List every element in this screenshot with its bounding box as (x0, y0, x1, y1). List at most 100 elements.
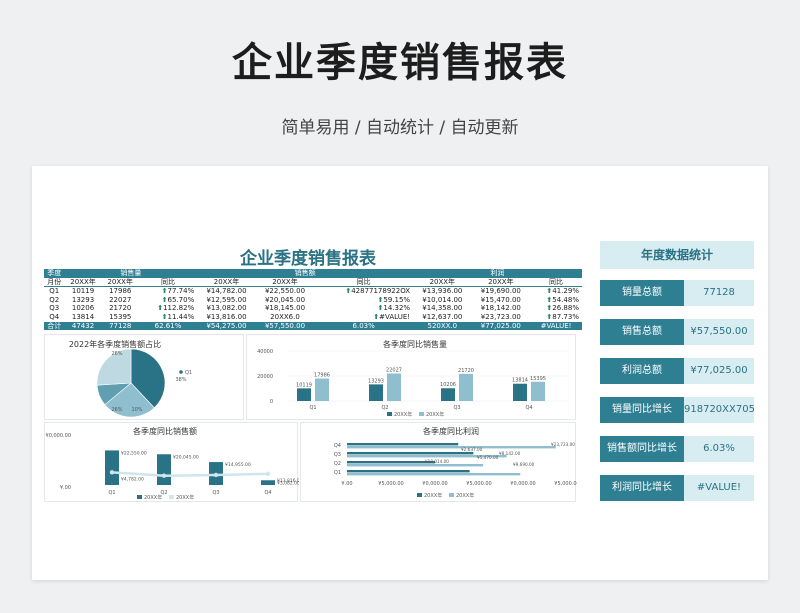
total-cell: ¥54,275.00 (197, 321, 256, 331)
profit-bar-chart: 各季度同比利润 Q4 Q3 Q2 Q1 ¥23,723.00 ¥2,637.00 ¥8,142… (334, 426, 580, 499)
y-tick-label: ¥0,000.00 (46, 433, 71, 439)
stat-row: 利润同比增长 #VALUE! (600, 475, 754, 501)
legend-label: 20XX年 (426, 411, 444, 418)
header-cell: 利润 (413, 269, 582, 278)
table-group-header: 季度 销售量 销售额 利润 (44, 269, 582, 278)
cell-value: 87.73% (552, 312, 579, 321)
legend-marker (137, 495, 142, 499)
table-cell: ¥19,690.00 (480, 287, 521, 296)
bar (531, 381, 545, 401)
bar-label: ¥2,637.00 (461, 447, 483, 452)
stat-label: 销量同比增长 (600, 397, 684, 423)
table-cell: ⬆14.32% (314, 304, 413, 313)
header-cell: 销售额 (197, 269, 414, 278)
table-cell: 13814 (71, 312, 95, 321)
header-cell: 季度 (44, 269, 65, 278)
y-tick-label: Q2 (334, 461, 341, 467)
stat-value: #VALUE! (684, 475, 754, 501)
bar (347, 443, 459, 446)
revenue-bar-chart: 各季度同比销售额 ¥0,000.00 ¥.00 Q1 ¥22,550.00 ¥4,782.… (46, 426, 303, 501)
total-cell: 520XX.0 (413, 321, 472, 331)
table-cell: ⬆54.48% (530, 296, 582, 305)
table-cell: ⬆65.70% (139, 296, 197, 305)
bar-label: 10206 (440, 382, 456, 388)
cell-value: 54.48% (552, 295, 579, 304)
total-cell: 合计 (44, 321, 65, 331)
cell-value: 41.29% (552, 287, 579, 296)
bar (297, 388, 311, 401)
legend-label: 20XX年 (176, 494, 194, 501)
chart-title: 各季度同比销售量 (383, 339, 447, 349)
table-cell: 21720 (109, 304, 132, 313)
x-tick-label: Q3 (212, 490, 219, 496)
x-tick-label: Q1 (108, 490, 115, 496)
table-cell: ⬆26.88% (530, 304, 582, 313)
stat-label: 利润同比增长 (600, 475, 684, 501)
total-cell: #VALUE! (530, 321, 582, 331)
table-row: Q2 13293 22027 ⬆65.70% ¥12,595.00 ¥20,045.00 ⬆… (44, 296, 582, 305)
bar-label: 17986 (314, 373, 330, 379)
table-cell: ⬆42877178922OX (314, 287, 413, 296)
stat-value: 77128 (684, 280, 754, 306)
header-cell: 销售量 (64, 269, 198, 278)
header-cell: 20XX年 (64, 277, 102, 288)
line-point (161, 473, 167, 478)
table-cell: ¥13,936.00 (422, 287, 463, 296)
bar (347, 452, 474, 455)
legend-marker (419, 412, 424, 416)
table-row: Q1 10119 17986 ⬆77.74% ¥14,782.00 ¥22,550.00 ⬆… (44, 287, 582, 296)
table-cell: Q3 (49, 304, 60, 313)
bar-label: 13293 (368, 378, 384, 384)
revenue-chart-panel: 各季度同比销售额 ¥0,000.00 ¥.00 Q1 ¥22,550.00 ¥4,782.… (44, 422, 303, 502)
header-cell: 20XX年 (471, 277, 531, 288)
x-tick-label: Q1 (309, 405, 316, 411)
table-cell: ⬆59.15% (314, 296, 413, 305)
total-cell: 47432 (64, 321, 102, 331)
stat-row: 销售总额 ¥57,550.00 (600, 319, 754, 345)
bar (157, 454, 171, 485)
bar (347, 461, 436, 464)
table-cell: ¥22,550.00 (264, 287, 306, 296)
bar (387, 373, 401, 401)
pie-chart-panel: 2022年各季度销售额占比 38% 26% 10% 26% Q1 (44, 334, 244, 420)
bar (347, 473, 521, 476)
legend-marker (417, 493, 422, 497)
cell-value: 65.70% (167, 295, 195, 304)
stat-row: 销量总额 77128 (600, 280, 754, 306)
bar (459, 373, 473, 401)
table-cell: Q2 (49, 295, 60, 304)
series-line (111, 471, 269, 477)
bar (347, 470, 470, 473)
table-sub-header: 月份 20XX年 20XX年 同比 20XX年 20XX年 同比 20XX年 2… (44, 277, 582, 288)
header-cell: 月份 (44, 277, 65, 288)
cell-value: 14.32% (383, 304, 411, 313)
total-cell: ¥57,550.00 (255, 321, 315, 331)
table-cell: 15395 (109, 312, 132, 321)
legend-marker (169, 495, 174, 499)
bar (347, 464, 484, 467)
legend-label: 20XX年 (144, 494, 162, 501)
header-cell: 同比 (314, 277, 414, 288)
bar-label: ¥5,470.00 (477, 455, 499, 460)
y-tick-label: 0 (270, 399, 273, 405)
line-point (265, 471, 271, 477)
header-cell: 20XX年 (255, 277, 315, 288)
volume-chart-panel: 各季度同比销售量 40000 20000 0 10119 17986 Q1 13293 2202… (246, 334, 576, 420)
stat-value: 6.03% (684, 436, 754, 462)
table-cell: ⬆11.44% (139, 313, 197, 322)
legend-label: 20XX年 (456, 492, 474, 499)
bar-label: ¥13,816.00 (277, 478, 299, 484)
table-cell: 17986 (109, 287, 132, 296)
x-tick-label: ¥0,000.00 (422, 481, 447, 487)
bar-label: ¥22,550.00 (121, 450, 147, 456)
table-cell: ¥14,358.00 (422, 304, 463, 313)
stat-label: 销量总额 (600, 280, 684, 306)
header-cell: 20XX年 (197, 277, 256, 288)
table-cell: ¥18,145.00 (264, 304, 306, 313)
total-cell: 77128 (101, 321, 139, 331)
table-row: Q4 13814 15395 ⬆11.44% ¥13,816.00 20XX6.0 ⬆#VA… (44, 313, 582, 322)
bar (315, 378, 329, 401)
bar (105, 450, 119, 485)
y-tick-label: 20000 (257, 374, 273, 380)
header-cell: 同比 (138, 277, 198, 288)
